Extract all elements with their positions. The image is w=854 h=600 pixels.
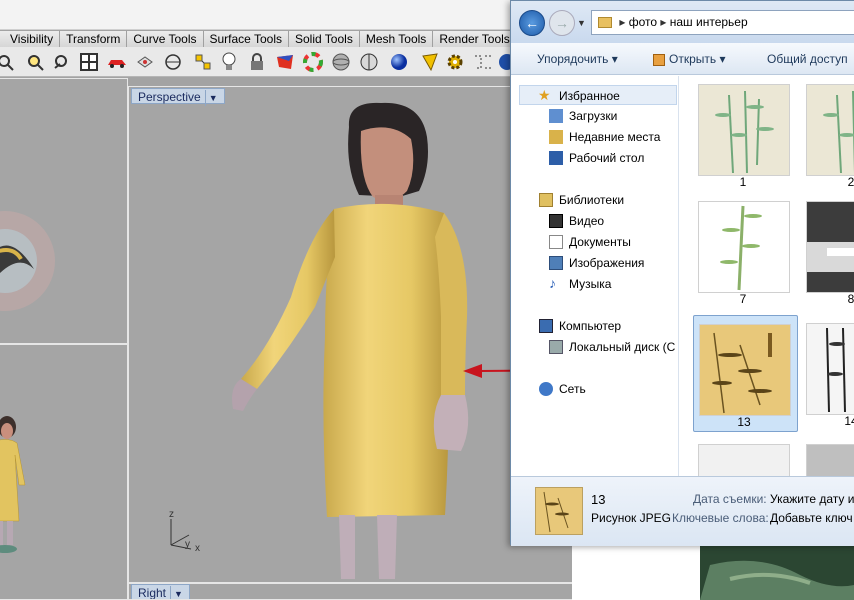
music-icon: ♪ — [549, 275, 556, 291]
nav-desktop[interactable]: Рабочий стол — [511, 148, 679, 168]
file-thumbnail[interactable] — [801, 436, 854, 476]
details-date-value[interactable]: Укажите дату и — [770, 492, 854, 506]
nav-music[interactable]: ♪ Музыка — [511, 274, 679, 294]
video-icon — [549, 214, 563, 228]
address-bar[interactable]: ▸ фото ▸ наш интерьер — [591, 10, 854, 35]
nav-local-disk[interactable]: Локальный диск (C — [511, 337, 679, 357]
drive-icon — [549, 340, 563, 354]
nav-documents[interactable]: Документы — [511, 232, 679, 252]
breadcrumb-our-interior[interactable]: наш интерьер — [670, 15, 748, 29]
bamboo-sketch-image — [806, 323, 854, 415]
share-button[interactable]: Общий доступ — [767, 52, 848, 66]
details-keywords-label: Ключевые слова: — [672, 511, 769, 525]
details-file-name: 13 — [591, 492, 606, 507]
bamboo-image — [698, 201, 790, 293]
downloads-icon — [549, 109, 563, 123]
interior-image — [806, 444, 854, 476]
libraries-icon — [539, 193, 553, 207]
bamboo-image — [698, 444, 790, 476]
file-thumbnail-selected[interactable]: 13 — [693, 315, 798, 432]
nav-favorites[interactable]: ★ Избранное — [519, 85, 677, 105]
documents-icon — [549, 235, 563, 249]
bamboo-image — [698, 84, 790, 176]
nav-computer[interactable]: Компьютер — [511, 316, 679, 336]
explorer-window: ← → ▼ ▸ фото ▸ наш интерьер Упорядочить … — [510, 0, 854, 546]
nav-downloads[interactable]: Загрузки — [511, 106, 679, 126]
images-icon — [549, 256, 563, 270]
open-icon — [653, 53, 665, 66]
file-thumbnail[interactable]: 1 — [693, 76, 798, 193]
file-thumbnail[interactable]: 7 — [693, 193, 798, 310]
nav-recent[interactable]: Недавние места — [511, 127, 679, 147]
interior-image — [806, 201, 854, 293]
selected-file-preview — [535, 487, 583, 535]
bamboo-painting-image — [699, 324, 791, 416]
nav-network[interactable]: Сеть — [511, 379, 679, 399]
back-button[interactable]: ← — [519, 10, 545, 36]
recent-pages-chevron-icon[interactable]: ▼ — [577, 18, 586, 28]
file-list: 1 2 7 8 13 1 — [681, 76, 854, 476]
open-button[interactable]: Открыть ▾ — [653, 52, 726, 66]
file-thumbnail[interactable]: 14 — [801, 315, 854, 432]
computer-icon — [539, 319, 553, 333]
navigation-pane: ★ Избранное Загрузки Недавние места Рабо… — [511, 76, 679, 476]
file-thumbnail[interactable]: 8 — [801, 193, 854, 310]
nav-libraries[interactable]: Библиотеки — [511, 190, 679, 210]
address-bar-area: ← → ▼ ▸ фото ▸ наш интерьер — [511, 1, 854, 43]
details-date-label: Дата съемки: — [693, 492, 767, 506]
desktop-icon — [549, 151, 563, 165]
file-thumbnail[interactable]: 2 — [801, 76, 854, 193]
details-file-type: Рисунок JPEG — [591, 511, 671, 525]
details-pane: 13 Рисунок JPEG Дата съемки: Укажите дат… — [511, 476, 854, 546]
folder-icon — [598, 17, 612, 29]
organize-button[interactable]: Упорядочить ▾ — [537, 52, 618, 66]
nav-images[interactable]: Изображения — [511, 253, 679, 273]
forward-button[interactable]: → — [549, 10, 575, 36]
star-icon: ★ — [538, 87, 551, 103]
file-thumbnail[interactable] — [693, 436, 798, 476]
command-bar: Упорядочить ▾ Открыть ▾ Общий доступ — [511, 43, 854, 75]
bamboo-image — [806, 84, 854, 176]
breadcrumb-photo[interactable]: фото — [629, 15, 657, 29]
details-keywords-value[interactable]: Добавьте ключ — [770, 511, 853, 525]
network-icon — [539, 382, 553, 396]
recent-places-icon — [549, 130, 563, 144]
nav-video[interactable]: Видео — [511, 211, 679, 231]
